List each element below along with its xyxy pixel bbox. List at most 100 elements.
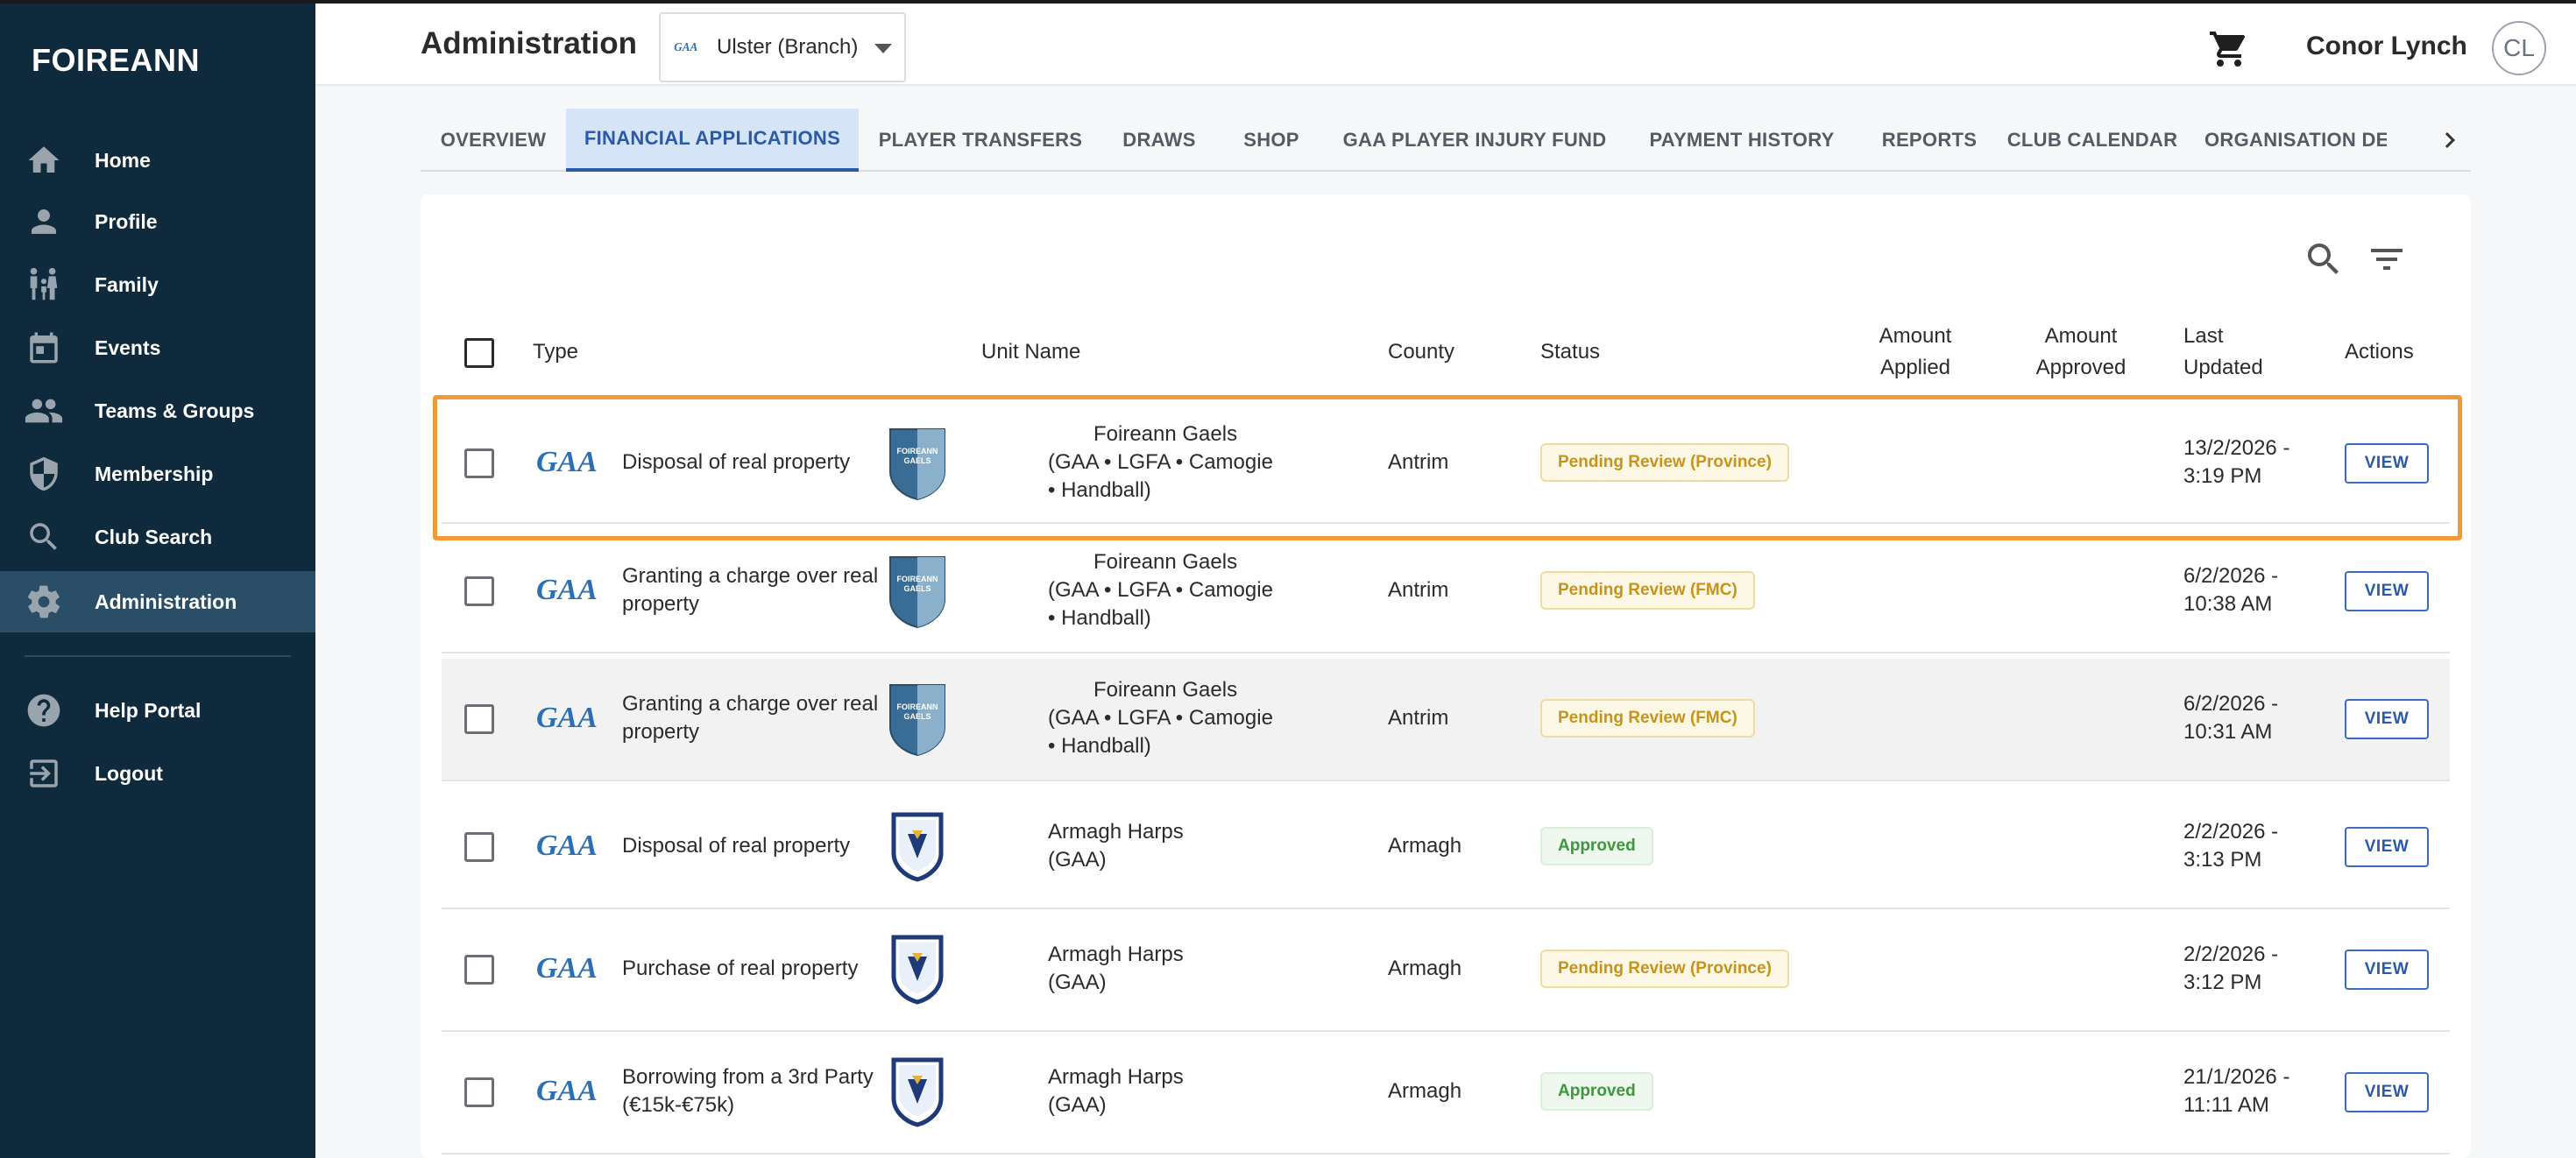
tab-club-calendar[interactable]: CLUB CALENDAR bbox=[1998, 109, 2187, 172]
tab-reports[interactable]: REPORTS bbox=[1861, 109, 1998, 172]
home-icon bbox=[23, 139, 65, 181]
club-crest-icon bbox=[891, 812, 944, 882]
view-button[interactable]: VIEW bbox=[2345, 827, 2429, 867]
row-checkbox[interactable] bbox=[464, 955, 494, 985]
applications-table-card: Type Unit Name County Status Amount Appl… bbox=[421, 194, 2471, 1158]
sidebar-item-label: Events bbox=[95, 335, 161, 359]
sidebar-item-membership[interactable]: Membership bbox=[0, 443, 315, 505]
column-header-type[interactable]: Type bbox=[533, 336, 578, 368]
view-button[interactable]: VIEW bbox=[2345, 699, 2429, 739]
last-updated-date: 2/2/2026 - bbox=[2183, 820, 2279, 844]
column-header-last-updated[interactable]: Last Updated bbox=[2183, 321, 2263, 384]
row-type-line2: property bbox=[622, 720, 700, 744]
gaa-logo-icon: GAA bbox=[536, 575, 598, 604]
table-row[interactable]: GAA Granting a charge over real property… bbox=[442, 531, 2450, 653]
chevron-right-icon[interactable] bbox=[2434, 124, 2466, 156]
tab-payment-history[interactable]: PAYMENT HISTORY bbox=[1623, 109, 1861, 172]
column-header-amount-approved[interactable]: Amount Approved bbox=[2033, 321, 2129, 384]
sidebar-item-events[interactable]: Events bbox=[0, 317, 315, 378]
branch-select[interactable]: GAA Ulster (Branch) bbox=[659, 12, 906, 82]
select-all-checkbox[interactable] bbox=[464, 338, 494, 368]
view-button[interactable]: VIEW bbox=[2345, 443, 2429, 484]
row-last-updated: 6/2/2026 - 10:38 AM bbox=[2183, 562, 2278, 618]
table-row[interactable]: GAA Borrowing from a 3rd Party (€15k-€75… bbox=[442, 1032, 2450, 1154]
sidebar-item-label: Home bbox=[95, 148, 151, 172]
unit-name-line3: • Handball) bbox=[1048, 606, 1151, 630]
row-unit-name: Armagh Harps (GAA) bbox=[1048, 941, 1184, 997]
row-checkbox[interactable] bbox=[464, 1077, 494, 1107]
view-button[interactable]: VIEW bbox=[2345, 1072, 2429, 1112]
svg-text:FOIREANN: FOIREANN bbox=[897, 447, 938, 455]
calendar-icon bbox=[23, 327, 65, 369]
unit-name-line2: (GAA • LGFA • Camogie bbox=[1048, 578, 1273, 602]
column-header-status[interactable]: Status bbox=[1540, 336, 1600, 368]
sidebar-item-home[interactable]: Home bbox=[0, 130, 315, 191]
table-row[interactable]: GAA Granting a charge over real property… bbox=[442, 659, 2450, 781]
tab-player-transfers[interactable]: PLAYER TRANSFERS bbox=[859, 109, 1102, 172]
unit-name-line1: Armagh Harps bbox=[1048, 820, 1184, 844]
view-button[interactable]: VIEW bbox=[2345, 571, 2429, 611]
sidebar-item-administration[interactable]: Administration bbox=[0, 571, 315, 632]
column-header-county[interactable]: County bbox=[1388, 336, 1454, 368]
tab-overview[interactable]: OVERVIEW bbox=[421, 109, 566, 172]
row-type: Purchase of real property bbox=[622, 957, 859, 980]
user-name[interactable]: Conor Lynch bbox=[2306, 32, 2467, 61]
column-header-amount-applied[interactable]: Amount Applied bbox=[1879, 321, 1952, 384]
help-icon bbox=[23, 689, 65, 731]
row-checkbox[interactable] bbox=[464, 832, 494, 862]
status-badge: Pending Review (FMC) bbox=[1540, 699, 1755, 738]
sidebar-item-logout[interactable]: Logout bbox=[0, 743, 315, 804]
gaa-logo-icon: GAA bbox=[536, 703, 598, 732]
row-last-updated: 2/2/2026 - 3:13 PM bbox=[2183, 818, 2278, 874]
row-unit-name: Foireann Gaels (GAA • LGFA • Camogie • H… bbox=[1048, 420, 1302, 505]
tab-shop[interactable]: SHOP bbox=[1216, 109, 1327, 172]
tab-organisation-details[interactable]: ORGANISATION DETA bbox=[2187, 109, 2387, 172]
shield-icon bbox=[23, 453, 65, 495]
row-county: Antrim bbox=[1388, 450, 1449, 474]
row-type: Granting a charge over real property bbox=[622, 562, 878, 618]
table-row[interactable]: GAA Disposal of real property FOIREANN GA… bbox=[442, 401, 2450, 524]
unit-name-line1: Armagh Harps bbox=[1048, 1065, 1184, 1089]
sidebar-item-help-portal[interactable]: Help Portal bbox=[0, 680, 315, 741]
sidebar-item-label: Club Search bbox=[95, 525, 213, 548]
last-updated-date: 6/2/2026 - bbox=[2183, 692, 2279, 716]
row-checkbox[interactable] bbox=[464, 448, 494, 478]
svg-text:FOIREANN: FOIREANN bbox=[897, 575, 938, 583]
unit-name-line1: Foireann Gaels bbox=[1093, 678, 1238, 702]
sidebar-item-profile[interactable]: Profile bbox=[0, 191, 315, 252]
row-checkbox[interactable] bbox=[464, 704, 494, 734]
gear-icon bbox=[23, 581, 65, 623]
column-header-unit-name[interactable]: Unit Name bbox=[981, 336, 1080, 368]
row-type-line1: Borrowing from a 3rd Party bbox=[622, 1065, 874, 1089]
avatar[interactable]: CL bbox=[2492, 21, 2546, 75]
page-title: Administration bbox=[421, 26, 637, 60]
sidebar-item-label: Teams & Groups bbox=[95, 399, 255, 422]
unit-name-line3: • Handball) bbox=[1048, 734, 1151, 758]
unit-name-line2: (GAA) bbox=[1048, 848, 1107, 872]
brand-logo[interactable]: FOIREANN bbox=[32, 42, 200, 79]
view-button[interactable]: VIEW bbox=[2345, 950, 2429, 990]
club-crest-icon bbox=[891, 1057, 944, 1127]
row-type-line2: (€15k-€75k) bbox=[622, 1093, 735, 1117]
row-unit-name: Foireann Gaels (GAA • LGFA • Camogie • H… bbox=[1048, 676, 1302, 760]
gaa-logo-icon: GAA bbox=[674, 40, 697, 53]
row-county: Armagh bbox=[1388, 957, 1462, 980]
row-unit-name: Foireann Gaels (GAA • LGFA • Camogie • H… bbox=[1048, 548, 1302, 632]
row-type: Disposal of real property bbox=[622, 450, 851, 474]
tab-financial-applications[interactable]: FINANCIAL APPLICATIONS bbox=[566, 109, 859, 172]
row-unit-name: Armagh Harps (GAA) bbox=[1048, 1063, 1184, 1119]
table-row[interactable]: GAA Purchase of real property Armagh Har… bbox=[442, 909, 2450, 1032]
table-row[interactable]: GAA Disposal of real property Armagh Har… bbox=[442, 787, 2450, 909]
filter-icon[interactable] bbox=[2366, 238, 2408, 280]
column-header-amount-applied-line2: Applied bbox=[1879, 356, 1951, 379]
tab-draws[interactable]: DRAWS bbox=[1102, 109, 1216, 172]
row-checkbox[interactable] bbox=[464, 576, 494, 606]
gaa-logo-icon: GAA bbox=[536, 953, 598, 983]
sidebar-item-club-search[interactable]: Club Search bbox=[0, 506, 315, 568]
sidebar-item-family[interactable]: Family bbox=[0, 254, 315, 315]
status-badge: Pending Review (FMC) bbox=[1540, 571, 1755, 610]
cart-icon[interactable] bbox=[2208, 28, 2250, 70]
sidebar-item-teams-groups[interactable]: Teams & Groups bbox=[0, 380, 315, 441]
tab-gaa-player-injury-fund[interactable]: GAA PLAYER INJURY FUND bbox=[1327, 109, 1623, 172]
search-icon[interactable] bbox=[2303, 238, 2345, 280]
